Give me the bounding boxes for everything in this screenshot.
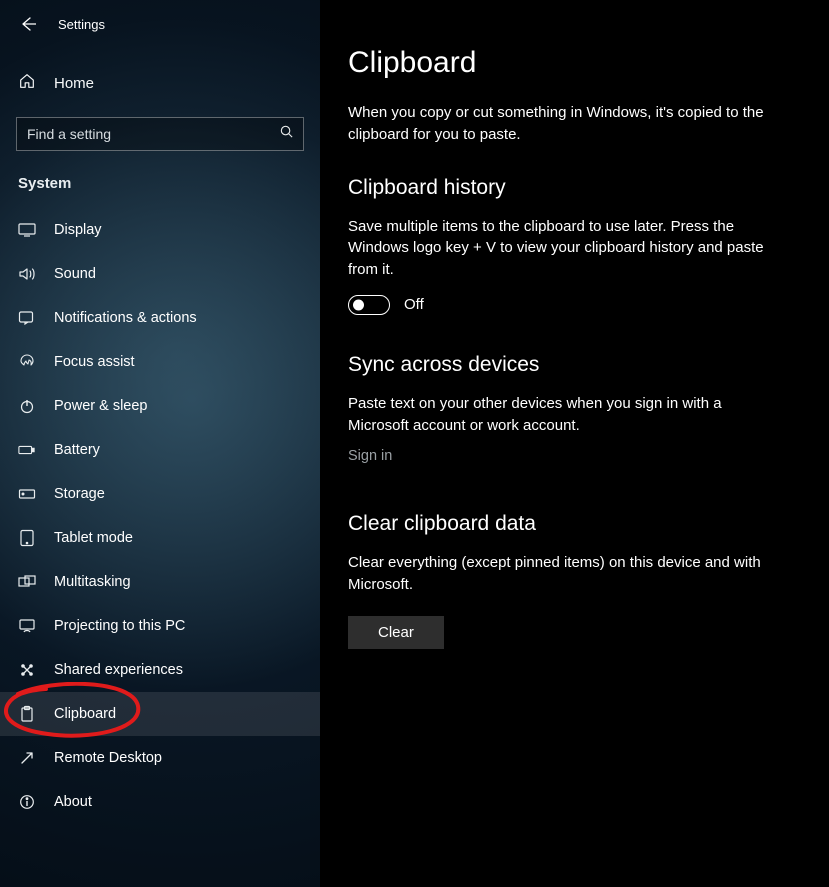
sidebar-item-clipboard[interactable]: Clipboard <box>0 692 320 736</box>
history-desc: Save multiple items to the clipboard to … <box>348 216 778 281</box>
sidebar-item-tablet-mode[interactable]: Tablet mode <box>0 516 320 560</box>
sidebar-item-label: Tablet mode <box>54 530 133 546</box>
sidebar-item-label: Display <box>54 222 102 238</box>
sidebar-item-notifications[interactable]: Notifications & actions <box>0 296 320 340</box>
section-clear: Clear clipboard data Clear everything (e… <box>348 512 801 649</box>
sidebar-item-label: Notifications & actions <box>54 310 197 326</box>
sidebar-item-projecting[interactable]: Projecting to this PC <box>0 604 320 648</box>
back-button[interactable] <box>18 14 38 34</box>
sidebar-item-about[interactable]: About <box>0 780 320 824</box>
sidebar-item-label: Shared experiences <box>54 662 183 678</box>
history-toggle[interactable] <box>348 295 390 315</box>
notifications-icon <box>18 309 36 327</box>
sidebar-item-shared-experiences[interactable]: Shared experiences <box>0 648 320 692</box>
sidebar-item-storage[interactable]: Storage <box>0 472 320 516</box>
search-input[interactable] <box>16 117 304 151</box>
sidebar-nav: Display Sound Notifications & actions Fo… <box>0 208 320 824</box>
sidebar-item-label: Multitasking <box>54 574 131 590</box>
clipboard-icon <box>18 705 36 723</box>
section-sync: Sync across devices Paste text on your o… <box>348 353 801 503</box>
arrow-left-icon <box>20 16 36 32</box>
sound-icon <box>18 265 36 283</box>
display-icon <box>18 221 36 239</box>
multitasking-icon <box>18 573 36 591</box>
sidebar-item-label: Projecting to this PC <box>54 618 185 634</box>
clear-desc: Clear everything (except pinned items) o… <box>348 552 778 596</box>
toggle-knob <box>353 299 364 310</box>
history-heading: Clipboard history <box>348 176 801 200</box>
sidebar-item-display[interactable]: Display <box>0 208 320 252</box>
section-clipboard-history: Clipboard history Save multiple items to… <box>348 176 801 315</box>
info-icon <box>18 793 36 811</box>
clear-heading: Clear clipboard data <box>348 512 801 536</box>
sidebar-item-label: Remote Desktop <box>54 750 162 766</box>
shared-icon <box>18 661 36 679</box>
storage-icon <box>18 485 36 503</box>
remote-desktop-icon <box>18 749 36 767</box>
clear-button[interactable]: Clear <box>348 616 444 649</box>
sidebar-item-remote-desktop[interactable]: Remote Desktop <box>0 736 320 780</box>
tablet-icon <box>18 529 36 547</box>
sidebar: Settings Home System <box>0 0 320 887</box>
sidebar-item-label: Clipboard <box>54 706 116 722</box>
sidebar-home[interactable]: Home <box>0 64 320 103</box>
sidebar-section-header: System <box>0 169 320 208</box>
sidebar-home-label: Home <box>54 75 94 92</box>
main-content: Clipboard When you copy or cut something… <box>320 0 829 887</box>
sidebar-item-power-sleep[interactable]: Power & sleep <box>0 384 320 428</box>
titlebar: Settings <box>0 0 320 44</box>
projecting-icon <box>18 617 36 635</box>
sync-heading: Sync across devices <box>348 353 801 377</box>
sidebar-item-multitasking[interactable]: Multitasking <box>0 560 320 604</box>
sync-desc: Paste text on your other devices when yo… <box>348 393 778 437</box>
page-title: Clipboard <box>348 46 801 80</box>
sidebar-item-focus-assist[interactable]: Focus assist <box>0 340 320 384</box>
sidebar-item-sound[interactable]: Sound <box>0 252 320 296</box>
search-box <box>16 117 304 151</box>
sidebar-item-label: Sound <box>54 266 96 282</box>
sidebar-item-label: Power & sleep <box>54 398 148 414</box>
sidebar-item-label: About <box>54 794 92 810</box>
home-icon <box>18 72 36 95</box>
focus-assist-icon <box>18 353 36 371</box>
history-toggle-label: Off <box>404 296 424 313</box>
sidebar-item-label: Storage <box>54 486 105 502</box>
sidebar-item-label: Battery <box>54 442 100 458</box>
sidebar-item-label: Focus assist <box>54 354 135 370</box>
battery-icon <box>18 441 36 459</box>
app-title: Settings <box>58 17 105 32</box>
power-icon <box>18 397 36 415</box>
page-intro: When you copy or cut something in Window… <box>348 102 778 146</box>
sign-in-link[interactable]: Sign in <box>348 448 392 464</box>
sidebar-item-battery[interactable]: Battery <box>0 428 320 472</box>
